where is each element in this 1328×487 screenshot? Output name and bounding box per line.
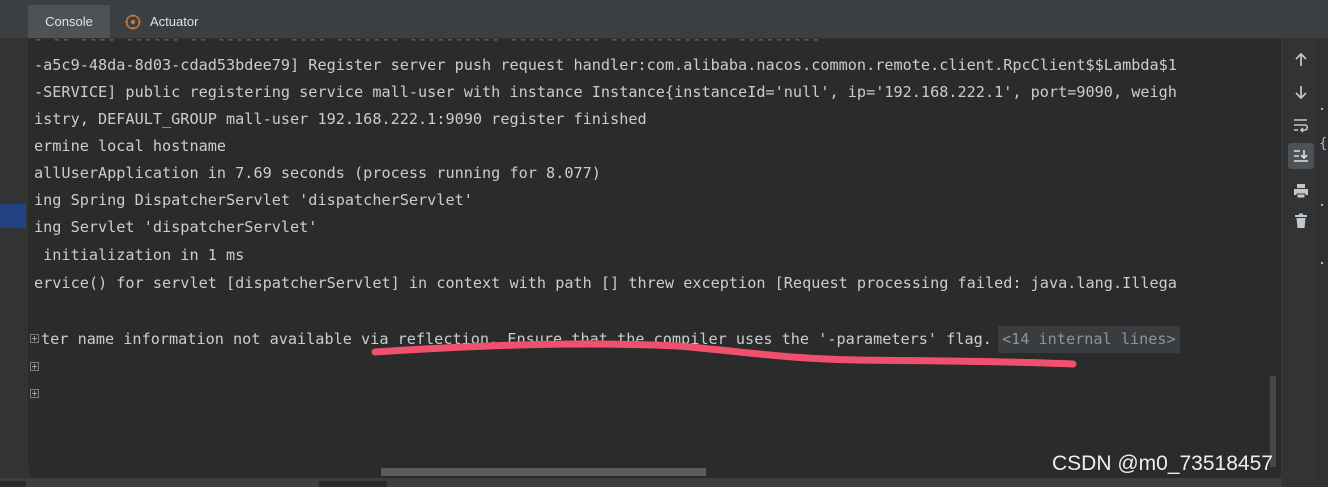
log-line: ermine local hostname (34, 137, 227, 155)
tab-actuator[interactable]: Actuator (124, 5, 198, 38)
soft-wrap-icon (1294, 119, 1309, 133)
actuator-icon (125, 14, 141, 29)
log-line: -SERVICE] public registering service mal… (34, 83, 1177, 101)
brace-glyph: { (1319, 136, 1328, 152)
log-line: ervice() for servlet [dispatcherServlet]… (34, 274, 1177, 292)
clear-all-icon (1295, 213, 1307, 228)
csdn-watermark: CSDN @m0_73518457 (1052, 452, 1273, 475)
tab-console[interactable]: Console (28, 5, 110, 38)
console-toolbar (1281, 39, 1318, 487)
log-line-partial: - -- ---- ------ -- ------- ---- -------… (34, 39, 821, 48)
horizontal-scrollbar-thumb[interactable] (381, 468, 706, 476)
tab-actuator-label: Actuator (150, 14, 199, 29)
soft-wrap-button[interactable] (1288, 112, 1314, 138)
log-line: -a5c9-48da-8d03-cdad53bdee79] Register s… (34, 56, 1177, 74)
scroll-to-end-button[interactable] (1288, 143, 1314, 169)
up-arrow-icon (1295, 52, 1307, 66)
tab-console-label: Console (45, 14, 93, 29)
fold-expand-icon[interactable] (30, 334, 39, 343)
fold-expand-icon[interactable] (30, 362, 39, 371)
console-output[interactable]: - -- ---- ------ -- ------- ---- -------… (28, 39, 1281, 467)
exception-message-line: ter name information not available via r… (41, 326, 1180, 353)
current-line-marker (0, 204, 26, 228)
status-strip (0, 478, 1328, 487)
log-line: ing Servlet 'dispatcherServlet' (34, 218, 318, 236)
print-icon (1294, 184, 1308, 199)
down-arrow-icon (1295, 86, 1307, 100)
down-arrow-button[interactable] (1288, 79, 1314, 105)
exception-message: ter name information not available via r… (41, 330, 992, 348)
log-line: ing Spring DispatcherServlet 'dispatcher… (34, 191, 473, 209)
clear-all-button[interactable] (1288, 208, 1314, 234)
log-line: allUserApplication in 7.69 seconds (proc… (34, 164, 601, 182)
log-line: istry, DEFAULT_GROUP mall-user 192.168.2… (34, 110, 647, 128)
edge-dot (1321, 262, 1323, 264)
edge-dot (1321, 204, 1323, 206)
internal-lines-fold[interactable]: <14 internal lines> (997, 326, 1180, 353)
fold-expand-icon[interactable] (30, 389, 39, 398)
tool-window-tabbar: Console Actuator (0, 5, 1328, 39)
left-gutter (0, 39, 29, 487)
edge-dot (1321, 108, 1323, 110)
up-arrow-button[interactable] (1288, 47, 1314, 73)
log-line: initialization in 1 ms (34, 246, 245, 264)
print-button[interactable] (1288, 178, 1314, 204)
scroll-to-end-icon (1294, 150, 1308, 162)
